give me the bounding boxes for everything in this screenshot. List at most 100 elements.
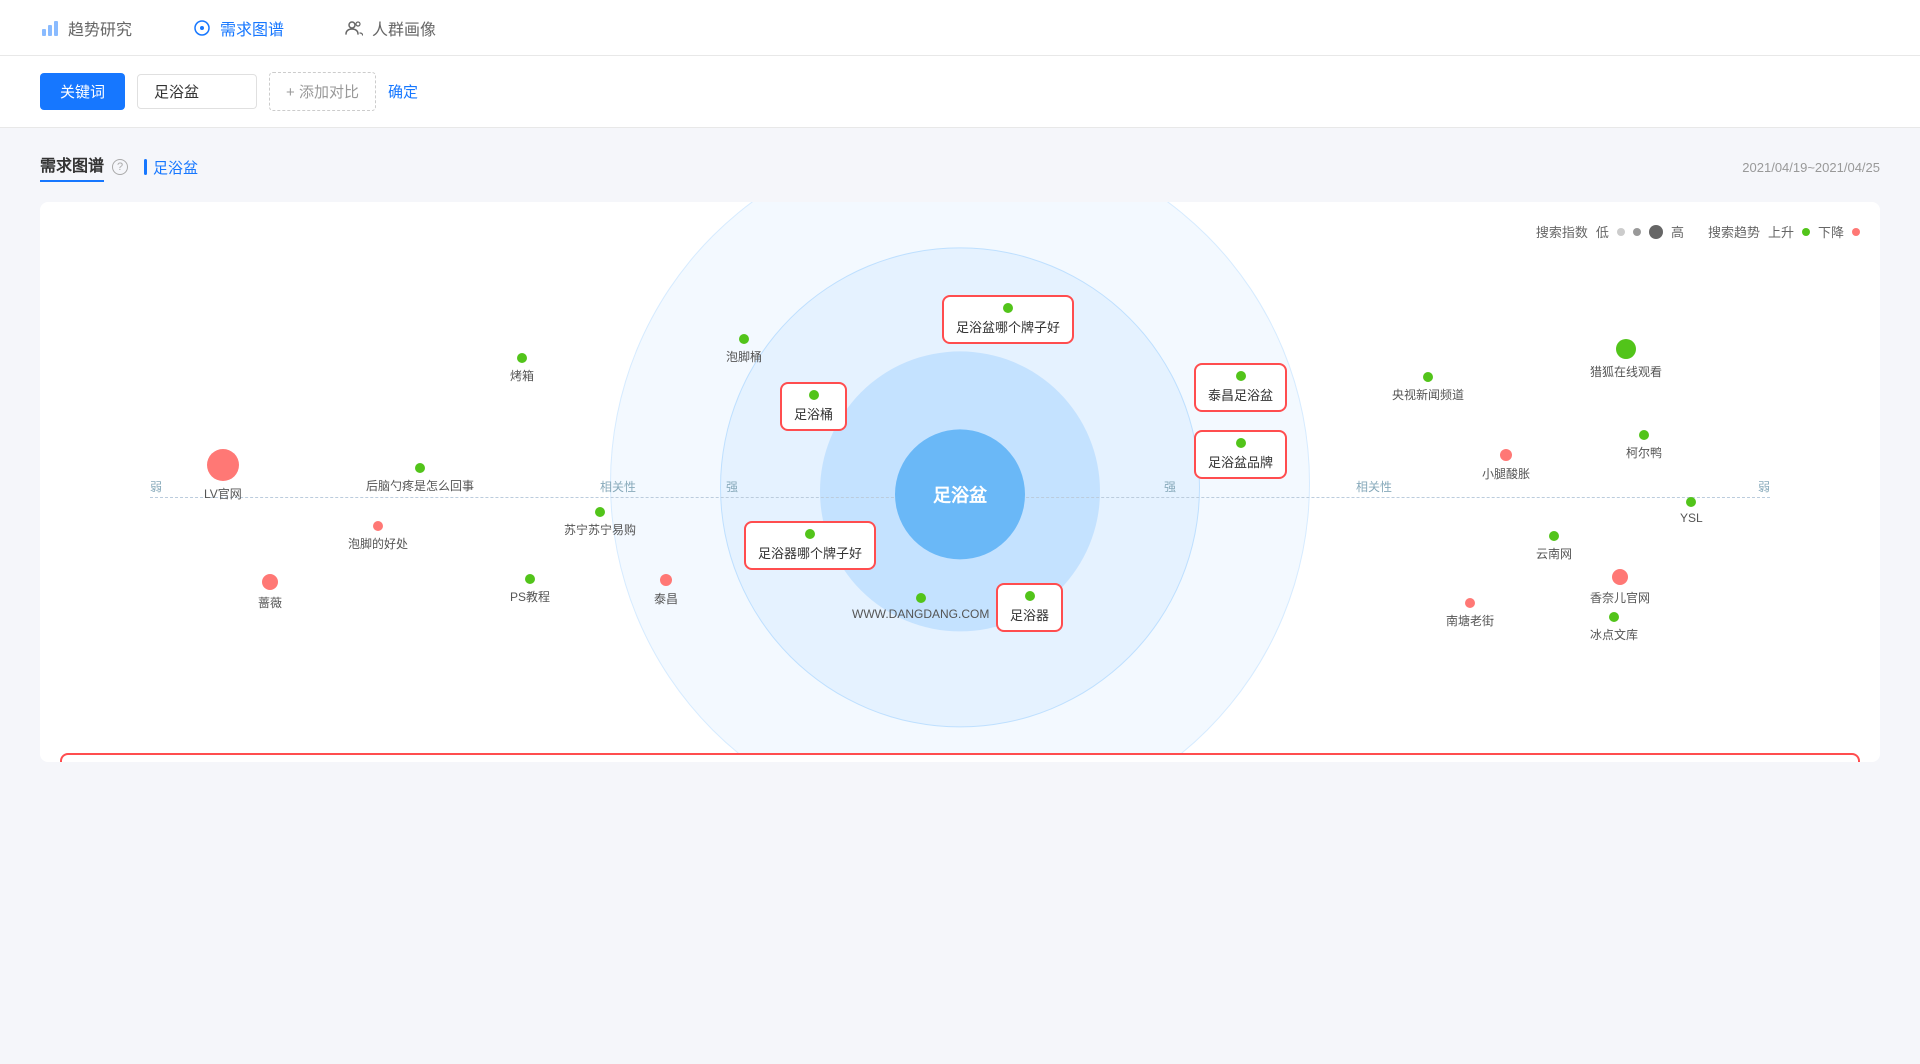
node-suning: 苏宁苏宁易购 <box>564 507 636 538</box>
dot-lv <box>207 449 239 481</box>
search-index-label: 搜索指数 <box>1536 222 1588 241</box>
label-bingdian: 冰点文库 <box>1590 626 1638 643</box>
label-yangshi: 央视新闻频道 <box>1392 386 1464 403</box>
dot-keerya <box>1639 430 1649 440</box>
chart-wrapper: 搜索指数 低 高 搜索趋势 上升 下降 <box>40 202 1880 762</box>
dot-yangshi <box>1423 372 1433 382</box>
section-keyword-label: 足浴盆 <box>153 157 198 178</box>
add-compare-button[interactable]: + 添加对比 <box>269 72 376 111</box>
boxed-dot-4 <box>809 390 819 400</box>
nav-demand-label: 需求图谱 <box>220 16 284 40</box>
node-chanel: 香奈儿官网 <box>1590 569 1650 606</box>
dot-down <box>1852 228 1860 236</box>
boxed-label-3: 足浴盆品牌 <box>1208 452 1273 471</box>
label-xiaotui: 小腿酸胀 <box>1482 465 1530 482</box>
node-kaoxiang: 烤箱 <box>510 353 534 384</box>
node-yangshi: 央视新闻频道 <box>1392 372 1464 403</box>
dot-kaoxiang <box>517 353 527 363</box>
node-paojiaotong: 泡脚桶 <box>726 334 762 365</box>
boxed-dot-5 <box>805 529 815 539</box>
timeline-wrapper: ◀◀ <box>60 753 1860 762</box>
section-header: 需求图谱 ? 足浴盆 2021/04/19~2021/04/25 <box>40 152 1880 182</box>
boxed-label-1: 足浴盆哪个牌子好 <box>956 317 1060 336</box>
label-keerya: 柯尔鸭 <box>1626 444 1662 461</box>
nav-crowd[interactable]: 人群画像 <box>344 16 436 40</box>
boxed-dot-2 <box>1236 371 1246 381</box>
nav-trend-label: 趋势研究 <box>68 16 132 40</box>
dot-ps <box>525 574 535 584</box>
dot-hounao <box>415 463 425 473</box>
nav-trend[interactable]: 趋势研究 <box>40 16 132 40</box>
help-icon[interactable]: ? <box>112 159 128 175</box>
boxed-dot-3 <box>1236 438 1246 448</box>
node-bingdian: 冰点文库 <box>1590 612 1638 643</box>
label-suning: 苏宁苏宁易购 <box>564 521 636 538</box>
node-nantang: 南塘老街 <box>1446 598 1494 629</box>
label-kaoxiang: 烤箱 <box>510 367 534 384</box>
section-title-group: 需求图谱 ? 足浴盆 <box>40 152 198 182</box>
dot-low <box>1617 228 1625 236</box>
dot-high <box>1649 225 1663 239</box>
trend-label: 搜索趋势 <box>1708 222 1760 241</box>
dot-yunnan <box>1549 531 1559 541</box>
boxed-label-5: 足浴器哪个牌子好 <box>758 543 862 562</box>
label-ysl: YSL <box>1680 511 1703 525</box>
dot-taichang <box>660 574 672 586</box>
section-keyword: 足浴盆 <box>144 157 198 178</box>
center-bubble-label: 足浴盆 <box>933 481 987 507</box>
dot-nantang <box>1465 598 1475 608</box>
section-title-wrap: 需求图谱 ? <box>40 152 128 182</box>
axis-left-label: 相关性 <box>600 478 636 495</box>
up-label: 上升 <box>1768 222 1794 241</box>
node-qiangwei: 蔷薇 <box>258 574 282 611</box>
high-label: 高 <box>1671 222 1684 241</box>
node-ysl: YSL <box>1680 497 1703 525</box>
down-label: 下降 <box>1818 222 1844 241</box>
label-nantang: 南塘老街 <box>1446 612 1494 629</box>
boxed-node-1: 足浴盆哪个牌子好 <box>942 295 1074 344</box>
dot-ysl <box>1686 497 1696 507</box>
label-yunnan: 云南网 <box>1536 545 1572 562</box>
axis-strong-left: 强 <box>726 478 738 495</box>
dot-up <box>1802 228 1810 236</box>
keyword-input[interactable] <box>137 74 257 109</box>
boxed-dot-6 <box>1025 591 1035 601</box>
dot-qiangwei <box>262 574 278 590</box>
keyword-button[interactable]: 关键词 <box>40 73 125 110</box>
label-lv: LV官网 <box>204 485 242 502</box>
node-paojiao: 泡脚的好处 <box>348 521 408 552</box>
node-ps: PS教程 <box>510 574 550 605</box>
dot-liehu <box>1616 339 1636 359</box>
dot-dangdang <box>916 593 926 603</box>
top-nav: 趋势研究 需求图谱 人群画像 <box>0 0 1920 56</box>
chart-icon <box>40 18 60 38</box>
confirm-button[interactable]: 确定 <box>388 81 418 102</box>
legend-trend: 搜索趋势 上升 下降 <box>1708 222 1860 241</box>
section-date: 2021/04/19~2021/04/25 <box>1742 160 1880 175</box>
nav-demand[interactable]: 需求图谱 <box>192 16 284 40</box>
keyword-bar <box>144 159 147 175</box>
app-container: 趋势研究 需求图谱 人群画像 关键词 <box>0 0 1920 1064</box>
nav-crowd-label: 人群画像 <box>372 16 436 40</box>
axis-strong-right: 强 <box>1164 478 1176 495</box>
dot-xiaotui <box>1500 449 1512 461</box>
dot-paojiao <box>373 521 383 531</box>
boxed-label-6: 足浴器 <box>1010 605 1049 624</box>
boxed-node-6: 足浴器 <box>996 583 1063 632</box>
label-qiangwei: 蔷薇 <box>258 594 282 611</box>
boxed-node-4: 足浴桶 <box>780 382 847 431</box>
label-paojiaotong: 泡脚桶 <box>726 348 762 365</box>
node-lv: LV官网 <box>204 449 242 502</box>
boxed-node-2: 泰昌足浴盆 <box>1194 363 1287 412</box>
node-hounao: 后脑勺疼是怎么回事 <box>366 463 474 494</box>
main-content: 需求图谱 ? 足浴盆 2021/04/19~2021/04/25 搜索指数 低 <box>0 128 1920 1064</box>
node-xiaotui: 小腿酸胀 <box>1482 449 1530 482</box>
node-yunnan: 云南网 <box>1536 531 1572 562</box>
bubble-chart: 弱 相关性 强 强 相关性 弱 足浴盆 LV官网 烤箱 <box>60 257 1860 737</box>
label-chanel: 香奈儿官网 <box>1590 589 1650 606</box>
boxed-dot-1 <box>1003 303 1013 313</box>
toolbar: 关键词 + 添加对比 确定 <box>0 56 1920 128</box>
boxed-label-4: 足浴桶 <box>794 404 833 423</box>
label-hounao: 后脑勺疼是怎么回事 <box>366 477 474 494</box>
section-title: 需求图谱 <box>40 152 104 182</box>
